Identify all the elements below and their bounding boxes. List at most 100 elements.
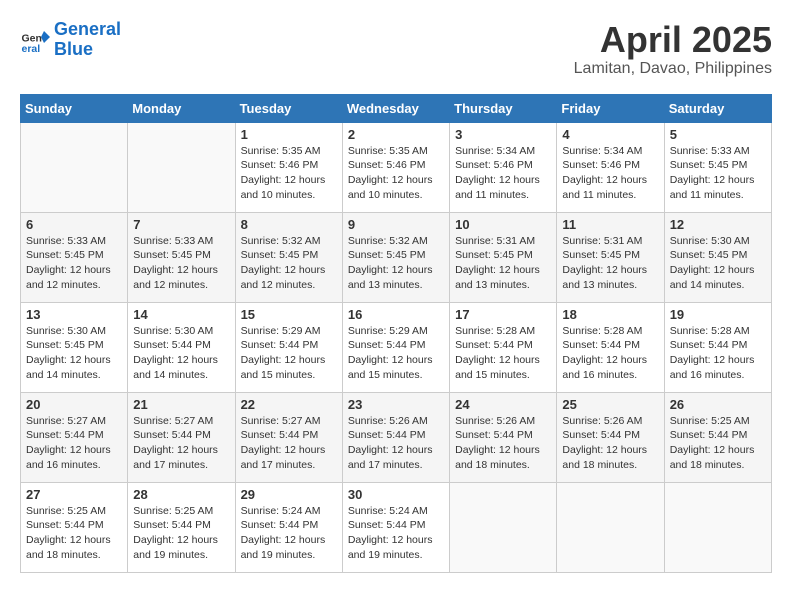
calendar-cell: 15 Sunrise: 5:29 AMSunset: 5:44 PMDayligh… — [235, 302, 342, 392]
calendar-week-row: 1 Sunrise: 5:35 AMSunset: 5:46 PMDaylight… — [21, 122, 772, 212]
day-number: 12 — [670, 217, 766, 232]
weekday-header: Thursday — [450, 94, 557, 122]
logo-text: GeneralBlue — [54, 20, 121, 60]
day-info: Sunrise: 5:27 AMSunset: 5:44 PMDaylight:… — [26, 414, 122, 473]
day-info: Sunrise: 5:25 AMSunset: 5:44 PMDaylight:… — [26, 504, 122, 563]
day-number: 6 — [26, 217, 122, 232]
day-info: Sunrise: 5:31 AMSunset: 5:45 PMDaylight:… — [455, 234, 551, 293]
weekday-header: Sunday — [21, 94, 128, 122]
day-number: 29 — [241, 487, 337, 502]
calendar-cell: 5 Sunrise: 5:33 AMSunset: 5:45 PMDaylight… — [664, 122, 771, 212]
calendar-cell — [21, 122, 128, 212]
day-info: Sunrise: 5:35 AMSunset: 5:46 PMDaylight:… — [348, 144, 444, 203]
calendar-cell: 27 Sunrise: 5:25 AMSunset: 5:44 PMDayligh… — [21, 482, 128, 572]
weekday-header-row: SundayMondayTuesdayWednesdayThursdayFrid… — [21, 94, 772, 122]
day-number: 26 — [670, 397, 766, 412]
day-info: Sunrise: 5:25 AMSunset: 5:44 PMDaylight:… — [670, 414, 766, 473]
day-info: Sunrise: 5:30 AMSunset: 5:45 PMDaylight:… — [26, 324, 122, 383]
day-number: 2 — [348, 127, 444, 142]
calendar-cell: 22 Sunrise: 5:27 AMSunset: 5:44 PMDayligh… — [235, 392, 342, 482]
day-number: 1 — [241, 127, 337, 142]
calendar-cell: 9 Sunrise: 5:32 AMSunset: 5:45 PMDaylight… — [342, 212, 449, 302]
calendar-cell: 19 Sunrise: 5:28 AMSunset: 5:44 PMDayligh… — [664, 302, 771, 392]
day-info: Sunrise: 5:35 AMSunset: 5:46 PMDaylight:… — [241, 144, 337, 203]
page-header: Gen eral GeneralBlue April 2025 Lamitan,… — [20, 20, 772, 78]
day-number: 30 — [348, 487, 444, 502]
day-number: 28 — [133, 487, 229, 502]
day-number: 13 — [26, 307, 122, 322]
calendar-cell: 25 Sunrise: 5:26 AMSunset: 5:44 PMDayligh… — [557, 392, 664, 482]
calendar-cell: 4 Sunrise: 5:34 AMSunset: 5:46 PMDaylight… — [557, 122, 664, 212]
calendar-cell: 30 Sunrise: 5:24 AMSunset: 5:44 PMDayligh… — [342, 482, 449, 572]
day-info: Sunrise: 5:27 AMSunset: 5:44 PMDaylight:… — [241, 414, 337, 473]
day-number: 27 — [26, 487, 122, 502]
calendar-cell: 1 Sunrise: 5:35 AMSunset: 5:46 PMDaylight… — [235, 122, 342, 212]
day-info: Sunrise: 5:31 AMSunset: 5:45 PMDaylight:… — [562, 234, 658, 293]
calendar-cell: 23Sunrise: 5:26 AMSunset: 5:44 PMDayligh… — [342, 392, 449, 482]
logo-icon: Gen eral — [20, 25, 50, 55]
day-number: 9 — [348, 217, 444, 232]
day-info: Sunrise: 5:28 AMSunset: 5:44 PMDaylight:… — [455, 324, 551, 383]
calendar-cell: 17 Sunrise: 5:28 AMSunset: 5:44 PMDayligh… — [450, 302, 557, 392]
day-number: 19 — [670, 307, 766, 322]
day-info: Sunrise: 5:29 AMSunset: 5:44 PMDaylight:… — [241, 324, 337, 383]
day-info: Sunrise: 5:30 AMSunset: 5:44 PMDaylight:… — [133, 324, 229, 383]
day-info: Sunrise: 5:32 AMSunset: 5:45 PMDaylight:… — [348, 234, 444, 293]
calendar-cell: 29Sunrise: 5:24 AMSunset: 5:44 PMDayligh… — [235, 482, 342, 572]
calendar-table: SundayMondayTuesdayWednesdayThursdayFrid… — [20, 94, 772, 573]
day-number: 8 — [241, 217, 337, 232]
day-info: Sunrise: 5:28 AMSunset: 5:44 PMDaylight:… — [670, 324, 766, 383]
day-number: 18 — [562, 307, 658, 322]
calendar-cell: 8Sunrise: 5:32 AMSunset: 5:45 PMDaylight… — [235, 212, 342, 302]
location: Lamitan, Davao, Philippines — [574, 60, 772, 78]
day-number: 17 — [455, 307, 551, 322]
day-info: Sunrise: 5:33 AMSunset: 5:45 PMDaylight:… — [670, 144, 766, 203]
calendar-cell: 20Sunrise: 5:27 AMSunset: 5:44 PMDayligh… — [21, 392, 128, 482]
calendar-week-row: 13 Sunrise: 5:30 AMSunset: 5:45 PMDayligh… — [21, 302, 772, 392]
day-info: Sunrise: 5:33 AMSunset: 5:45 PMDaylight:… — [26, 234, 122, 293]
calendar-cell — [664, 482, 771, 572]
day-number: 15 — [241, 307, 337, 322]
day-number: 11 — [562, 217, 658, 232]
day-number: 21 — [133, 397, 229, 412]
day-info: Sunrise: 5:27 AMSunset: 5:44 PMDaylight:… — [133, 414, 229, 473]
calendar-cell: 24Sunrise: 5:26 AMSunset: 5:44 PMDayligh… — [450, 392, 557, 482]
calendar-cell — [450, 482, 557, 572]
day-number: 16 — [348, 307, 444, 322]
calendar-cell: 14Sunrise: 5:30 AMSunset: 5:44 PMDayligh… — [128, 302, 235, 392]
calendar-week-row: 6 Sunrise: 5:33 AMSunset: 5:45 PMDaylight… — [21, 212, 772, 302]
weekday-header: Wednesday — [342, 94, 449, 122]
day-info: Sunrise: 5:34 AMSunset: 5:46 PMDaylight:… — [562, 144, 658, 203]
day-number: 4 — [562, 127, 658, 142]
title-block: April 2025 Lamitan, Davao, Philippines — [574, 20, 772, 78]
day-number: 3 — [455, 127, 551, 142]
calendar-cell: 12Sunrise: 5:30 AMSunset: 5:45 PMDayligh… — [664, 212, 771, 302]
logo: Gen eral GeneralBlue — [20, 20, 121, 60]
day-number: 25 — [562, 397, 658, 412]
calendar-cell — [557, 482, 664, 572]
calendar-week-row: 27 Sunrise: 5:25 AMSunset: 5:44 PMDayligh… — [21, 482, 772, 572]
day-info: Sunrise: 5:29 AMSunset: 5:44 PMDaylight:… — [348, 324, 444, 383]
calendar-cell: 13 Sunrise: 5:30 AMSunset: 5:45 PMDayligh… — [21, 302, 128, 392]
weekday-header: Friday — [557, 94, 664, 122]
day-number: 5 — [670, 127, 766, 142]
day-info: Sunrise: 5:24 AMSunset: 5:44 PMDaylight:… — [348, 504, 444, 563]
calendar-cell: 26 Sunrise: 5:25 AMSunset: 5:44 PMDayligh… — [664, 392, 771, 482]
day-number: 7 — [133, 217, 229, 232]
calendar-cell: 2 Sunrise: 5:35 AMSunset: 5:46 PMDaylight… — [342, 122, 449, 212]
weekday-header: Tuesday — [235, 94, 342, 122]
calendar-cell: 3Sunrise: 5:34 AMSunset: 5:46 PMDaylight… — [450, 122, 557, 212]
day-info: Sunrise: 5:26 AMSunset: 5:44 PMDaylight:… — [562, 414, 658, 473]
calendar-cell: 21 Sunrise: 5:27 AMSunset: 5:44 PMDayligh… — [128, 392, 235, 482]
calendar-cell — [128, 122, 235, 212]
day-info: Sunrise: 5:28 AMSunset: 5:44 PMDaylight:… — [562, 324, 658, 383]
calendar-week-row: 20Sunrise: 5:27 AMSunset: 5:44 PMDayligh… — [21, 392, 772, 482]
day-number: 22 — [241, 397, 337, 412]
weekday-header: Monday — [128, 94, 235, 122]
calendar-cell: 11 Sunrise: 5:31 AMSunset: 5:45 PMDayligh… — [557, 212, 664, 302]
calendar-cell: 18 Sunrise: 5:28 AMSunset: 5:44 PMDayligh… — [557, 302, 664, 392]
day-info: Sunrise: 5:26 AMSunset: 5:44 PMDaylight:… — [455, 414, 551, 473]
calendar-cell: 28Sunrise: 5:25 AMSunset: 5:44 PMDayligh… — [128, 482, 235, 572]
svg-text:eral: eral — [22, 43, 41, 55]
month-title: April 2025 — [574, 20, 772, 60]
